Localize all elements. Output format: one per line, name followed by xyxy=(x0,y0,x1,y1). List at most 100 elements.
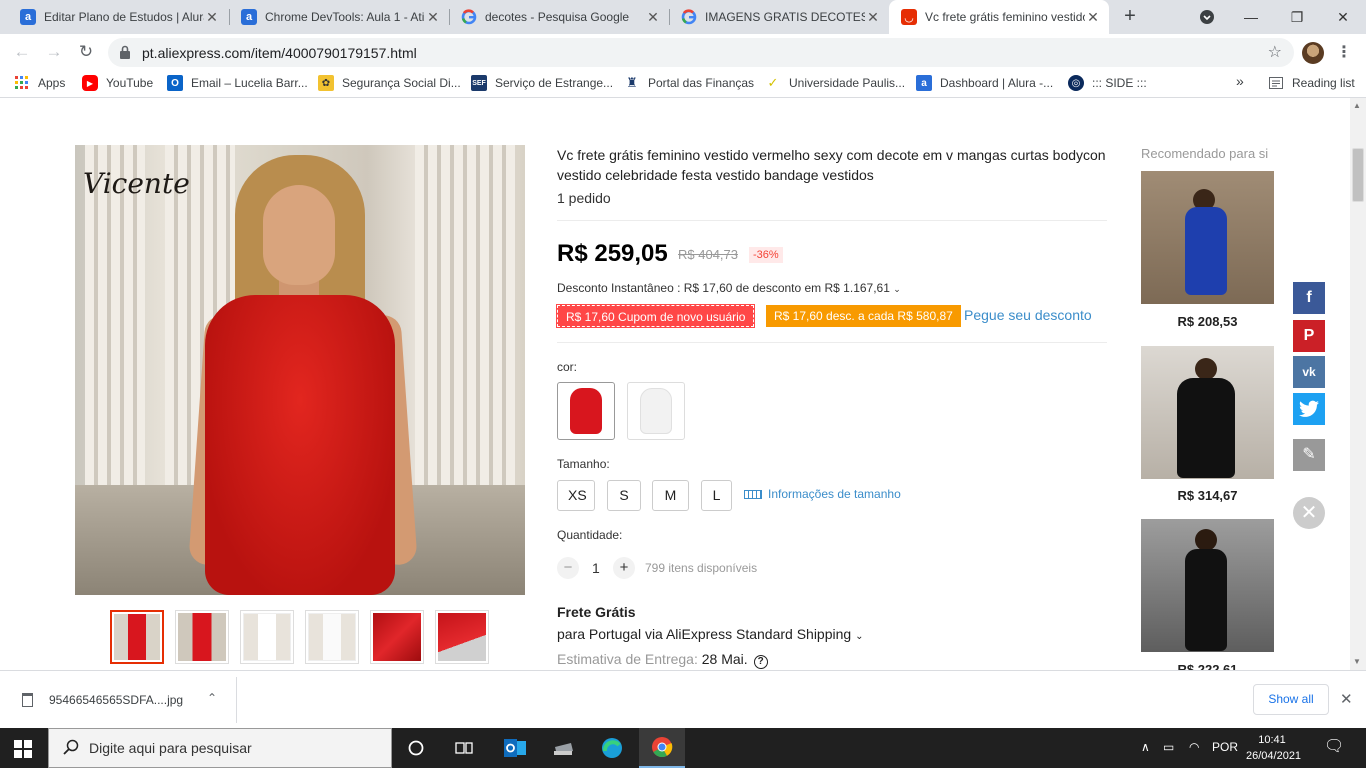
reload-button[interactable]: ↻ xyxy=(74,40,98,64)
close-icon[interactable]: ✕ xyxy=(1340,690,1353,708)
help-icon[interactable]: ? xyxy=(753,655,768,669)
forward-button[interactable]: → xyxy=(42,40,66,64)
bookmark-alura-dashboard[interactable]: a Dashboard | Alura -... xyxy=(916,75,1053,91)
tab-search-button[interactable] xyxy=(1184,0,1230,34)
scroll-up-icon[interactable]: ▲ xyxy=(1353,101,1361,110)
outlook-app-icon[interactable] xyxy=(503,736,527,760)
chevron-up-icon[interactable]: ⌃ xyxy=(207,691,217,705)
scrollbar-thumb[interactable] xyxy=(1352,148,1364,202)
tab-decotes-google[interactable]: decotes - Pesquisa Google ✕ xyxy=(449,0,669,34)
notifications-icon[interactable]: 🗨 xyxy=(1324,736,1344,756)
recommended-item-1-price[interactable]: R$ 208,53 xyxy=(1141,314,1274,329)
cortana-icon[interactable] xyxy=(404,736,428,760)
pinterest-icon[interactable]: P xyxy=(1293,320,1325,352)
bookmark-unip[interactable]: ✓ Universidade Paulis... xyxy=(765,75,905,91)
thumbnail-5[interactable] xyxy=(370,610,424,664)
task-view-icon[interactable] xyxy=(452,736,476,760)
tab-imagens-gratis[interactable]: IMAGENS GRATIS DECOTES - ✕ xyxy=(669,0,889,34)
maximize-button[interactable]: ❐ xyxy=(1274,0,1320,34)
close-icon[interactable]: ✕ xyxy=(865,9,881,26)
close-icon[interactable]: ✕ xyxy=(645,9,661,26)
shipping-method[interactable]: para Portugal via AliExpress Standard Sh… xyxy=(557,626,863,642)
bookmark-seguranca-social[interactable]: ✿ Segurança Social Di... xyxy=(318,75,461,91)
close-icon[interactable]: ✕ xyxy=(1085,9,1101,26)
windows-start-icon[interactable] xyxy=(14,740,32,758)
recommended-item-3-price[interactable]: R$ 222,61 xyxy=(1141,662,1274,670)
main-product-image[interactable]: Vicente xyxy=(75,145,525,595)
close-window-button[interactable]: ✕ xyxy=(1320,0,1366,34)
size-info-link[interactable]: Informações de tamanho xyxy=(744,487,901,501)
discount-badge: -36% xyxy=(749,247,783,263)
profile-avatar[interactable] xyxy=(1302,42,1324,64)
page-scrollbar[interactable]: ▲ ▼ xyxy=(1350,98,1366,670)
chrome-menu-icon[interactable]: ⋮ xyxy=(1336,42,1352,62)
edge-icon[interactable] xyxy=(600,736,624,760)
color-swatch xyxy=(570,388,602,434)
twitter-icon[interactable] xyxy=(1293,393,1325,425)
bookmark-star-icon[interactable]: ☆ xyxy=(1268,42,1282,62)
instant-discount[interactable]: Desconto Instantâneo : R$ 17,60 de desco… xyxy=(557,281,901,295)
get-discount-link[interactable]: Pegue seu desconto xyxy=(964,307,1092,323)
tab-aliexpress-active[interactable]: ◡ Vc frete grátis feminino vestido ✕ xyxy=(889,0,1109,34)
size-l[interactable]: L xyxy=(701,480,732,511)
reading-list-button[interactable]: Reading list xyxy=(1268,75,1355,91)
quantity-value[interactable]: 1 xyxy=(592,560,600,576)
show-all-button[interactable]: Show all xyxy=(1253,684,1329,715)
bookmark-sef[interactable]: SEF Serviço de Estrange... xyxy=(471,75,613,91)
back-button[interactable]: ← xyxy=(10,40,34,64)
file-icon xyxy=(22,693,33,707)
bookmark-email[interactable]: O Email – Lucelia Barr... xyxy=(167,75,308,91)
download-item[interactable]: 95466546565SDFA....jpg xyxy=(22,693,183,707)
pencil-icon[interactable]: ✎ xyxy=(1293,439,1325,471)
battery-icon[interactable]: ▭ xyxy=(1163,740,1174,754)
address-bar[interactable]: pt.aliexpress.com/item/4000790179157.htm… xyxy=(108,38,1294,67)
tab-chrome-devtools[interactable]: a Chrome DevTools: Aula 1 - Ati ✕ xyxy=(229,0,449,34)
thumbnail-4[interactable] xyxy=(305,610,359,664)
thumbnail-strip xyxy=(110,610,489,664)
thumbnail-image xyxy=(243,613,291,661)
size-m[interactable]: M xyxy=(652,480,689,511)
thumbnail-3[interactable] xyxy=(240,610,294,664)
recommended-item-3-image[interactable] xyxy=(1141,519,1274,652)
close-share-icon[interactable]: ✕ xyxy=(1293,497,1325,529)
chevron-up-icon[interactable]: ∧ xyxy=(1141,740,1150,754)
clock-date: 26/04/2021 xyxy=(1246,750,1302,762)
clock-time: 10:41 xyxy=(1258,734,1286,746)
more-bookmarks-button[interactable]: » xyxy=(1236,73,1244,89)
facebook-icon[interactable]: f xyxy=(1293,282,1325,314)
store-discount-coupon[interactable]: R$ 17,60 desc. a cada R$ 580,87 xyxy=(766,305,961,327)
size-s[interactable]: S xyxy=(607,480,641,511)
recommended-item-2-image[interactable] xyxy=(1141,346,1274,479)
scanner-app-icon[interactable] xyxy=(551,736,575,760)
new-user-coupon[interactable]: R$ 17,60 Cupom de novo usuário xyxy=(555,304,756,328)
taskbar-clock[interactable]: 10:41 26/04/2021 xyxy=(1246,732,1302,764)
thumbnail-1[interactable] xyxy=(110,610,164,664)
vk-icon[interactable]: vk xyxy=(1293,356,1325,388)
new-tab-button[interactable]: + xyxy=(1118,4,1142,28)
close-icon[interactable]: ✕ xyxy=(425,9,441,26)
thumbnail-6[interactable] xyxy=(435,610,489,664)
tab-editar-plano[interactable]: a Editar Plano de Estudos | Alura ✕ xyxy=(8,0,228,34)
size-xs[interactable]: XS xyxy=(557,480,595,511)
language-indicator[interactable]: POR xyxy=(1212,740,1238,754)
thumbnail-image xyxy=(438,613,486,661)
wifi-icon[interactable]: ◠ xyxy=(1189,740,1199,754)
color-option-white[interactable] xyxy=(627,382,685,440)
bookmark-financas[interactable]: ♜ Portal das Finanças xyxy=(624,75,754,91)
close-icon[interactable]: ✕ xyxy=(204,9,220,26)
bookmark-apps[interactable]: Apps xyxy=(14,75,65,91)
bookmark-side[interactable]: ◎ ::: SIDE ::: xyxy=(1068,75,1147,91)
chrome-taskbar-icon[interactable] xyxy=(639,728,685,768)
quantity-decrease-button[interactable]: − xyxy=(557,557,579,579)
color-option-red[interactable] xyxy=(557,382,615,440)
recommended-item-1-image[interactable] xyxy=(1141,171,1274,304)
bookmark-youtube[interactable]: ▶ YouTube xyxy=(82,75,153,91)
taskbar-search[interactable]: Digite aqui para pesquisar xyxy=(48,728,392,768)
model-head xyxy=(1195,529,1217,551)
scroll-down-icon[interactable]: ▼ xyxy=(1353,657,1361,666)
bookmark-label: Apps xyxy=(38,76,66,90)
thumbnail-2[interactable] xyxy=(175,610,229,664)
minimize-button[interactable]: — xyxy=(1228,0,1274,34)
recommended-item-2-price[interactable]: R$ 314,67 xyxy=(1141,488,1274,503)
quantity-increase-button[interactable]: + xyxy=(613,557,635,579)
